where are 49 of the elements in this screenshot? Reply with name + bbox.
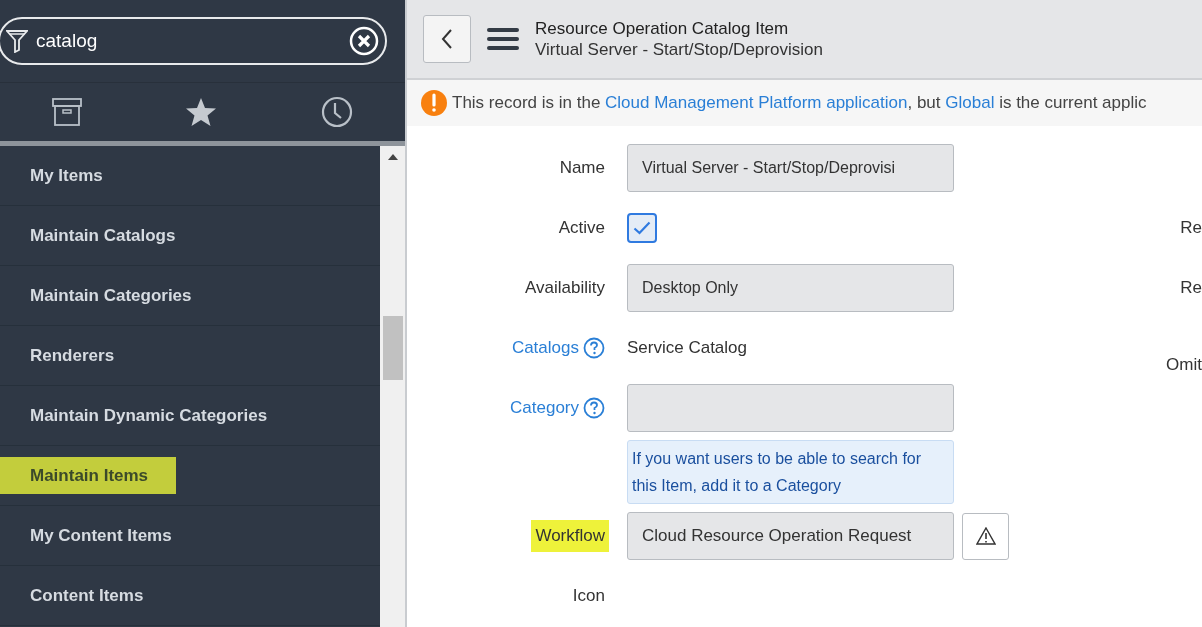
notice-link[interactable]: Cloud Management Platform application — [605, 93, 908, 113]
warning-button[interactable] — [962, 512, 1009, 560]
warning-icon — [975, 527, 996, 545]
field-label: Icon — [572, 585, 605, 608]
star-icon[interactable] — [185, 97, 218, 127]
menu-icon[interactable] — [487, 27, 519, 51]
search-field[interactable]: catalog — [0, 17, 387, 65]
scrollbar[interactable] — [380, 146, 405, 627]
field-label: Re — [1180, 217, 1202, 240]
notice-text: This record is in the Cloud Management Platform application, but Global is the current applic — [452, 92, 1147, 115]
checkmark-icon — [633, 221, 651, 235]
nav-item-label: My Items — [29, 164, 104, 187]
text-field[interactable] — [627, 384, 954, 432]
checkbox[interactable] — [627, 213, 657, 243]
record-subtitle: Virtual Server - Start/Stop/Deprovision — [535, 39, 823, 60]
help-icon[interactable] — [583, 397, 605, 419]
field-label[interactable]: Catalogs — [511, 332, 579, 364]
nav-item-label: Renderers — [29, 344, 116, 367]
help-icon[interactable] — [583, 337, 605, 359]
nav-item-label: Maintain Categories — [29, 284, 193, 307]
text-field[interactable]: Virtual Server - Start/Stop/Deprovisi — [627, 144, 954, 192]
field-label: Name — [559, 157, 605, 180]
back-icon — [441, 29, 453, 49]
nav-item-label: Maintain Catalogs — [29, 224, 177, 247]
record-title: Resource Operation Catalog Item — [535, 18, 790, 39]
scroll-up-icon[interactable] — [386, 152, 399, 162]
scrollbar-thumb[interactable] — [382, 316, 403, 380]
text-field[interactable]: Desktop Only — [627, 264, 954, 312]
field-value: Service Catalog — [627, 337, 747, 360]
text-field[interactable]: Cloud Resource Operation Request — [627, 512, 954, 560]
nav-item-label: Maintain Items — [0, 456, 177, 495]
notice-link[interactable]: Global — [945, 93, 995, 113]
archive-icon[interactable] — [51, 98, 82, 126]
clear-icon[interactable] — [349, 26, 379, 56]
nav-item-label: My Content Items — [29, 524, 173, 547]
field-label[interactable]: Category — [510, 392, 579, 424]
field-label: Workflow — [531, 520, 609, 552]
nav-item-label: Maintain Dynamic Categories — [29, 404, 269, 427]
back-button[interactable] — [423, 15, 471, 63]
exclamation-icon — [421, 90, 447, 116]
field-label: Active — [558, 217, 605, 240]
clock-icon[interactable] — [321, 96, 354, 128]
field-label: Availability — [525, 277, 605, 300]
field-label: Omit — [1166, 354, 1202, 372]
nav-item-label: Content Items — [29, 584, 145, 607]
field-label: Re — [1180, 277, 1202, 300]
nav-item[interactable]: Maintain Items — [0, 446, 380, 506]
hint-message: If you want users to be able to search for this Item, add it to a Category — [627, 440, 954, 504]
filter-icon — [6, 29, 28, 53]
